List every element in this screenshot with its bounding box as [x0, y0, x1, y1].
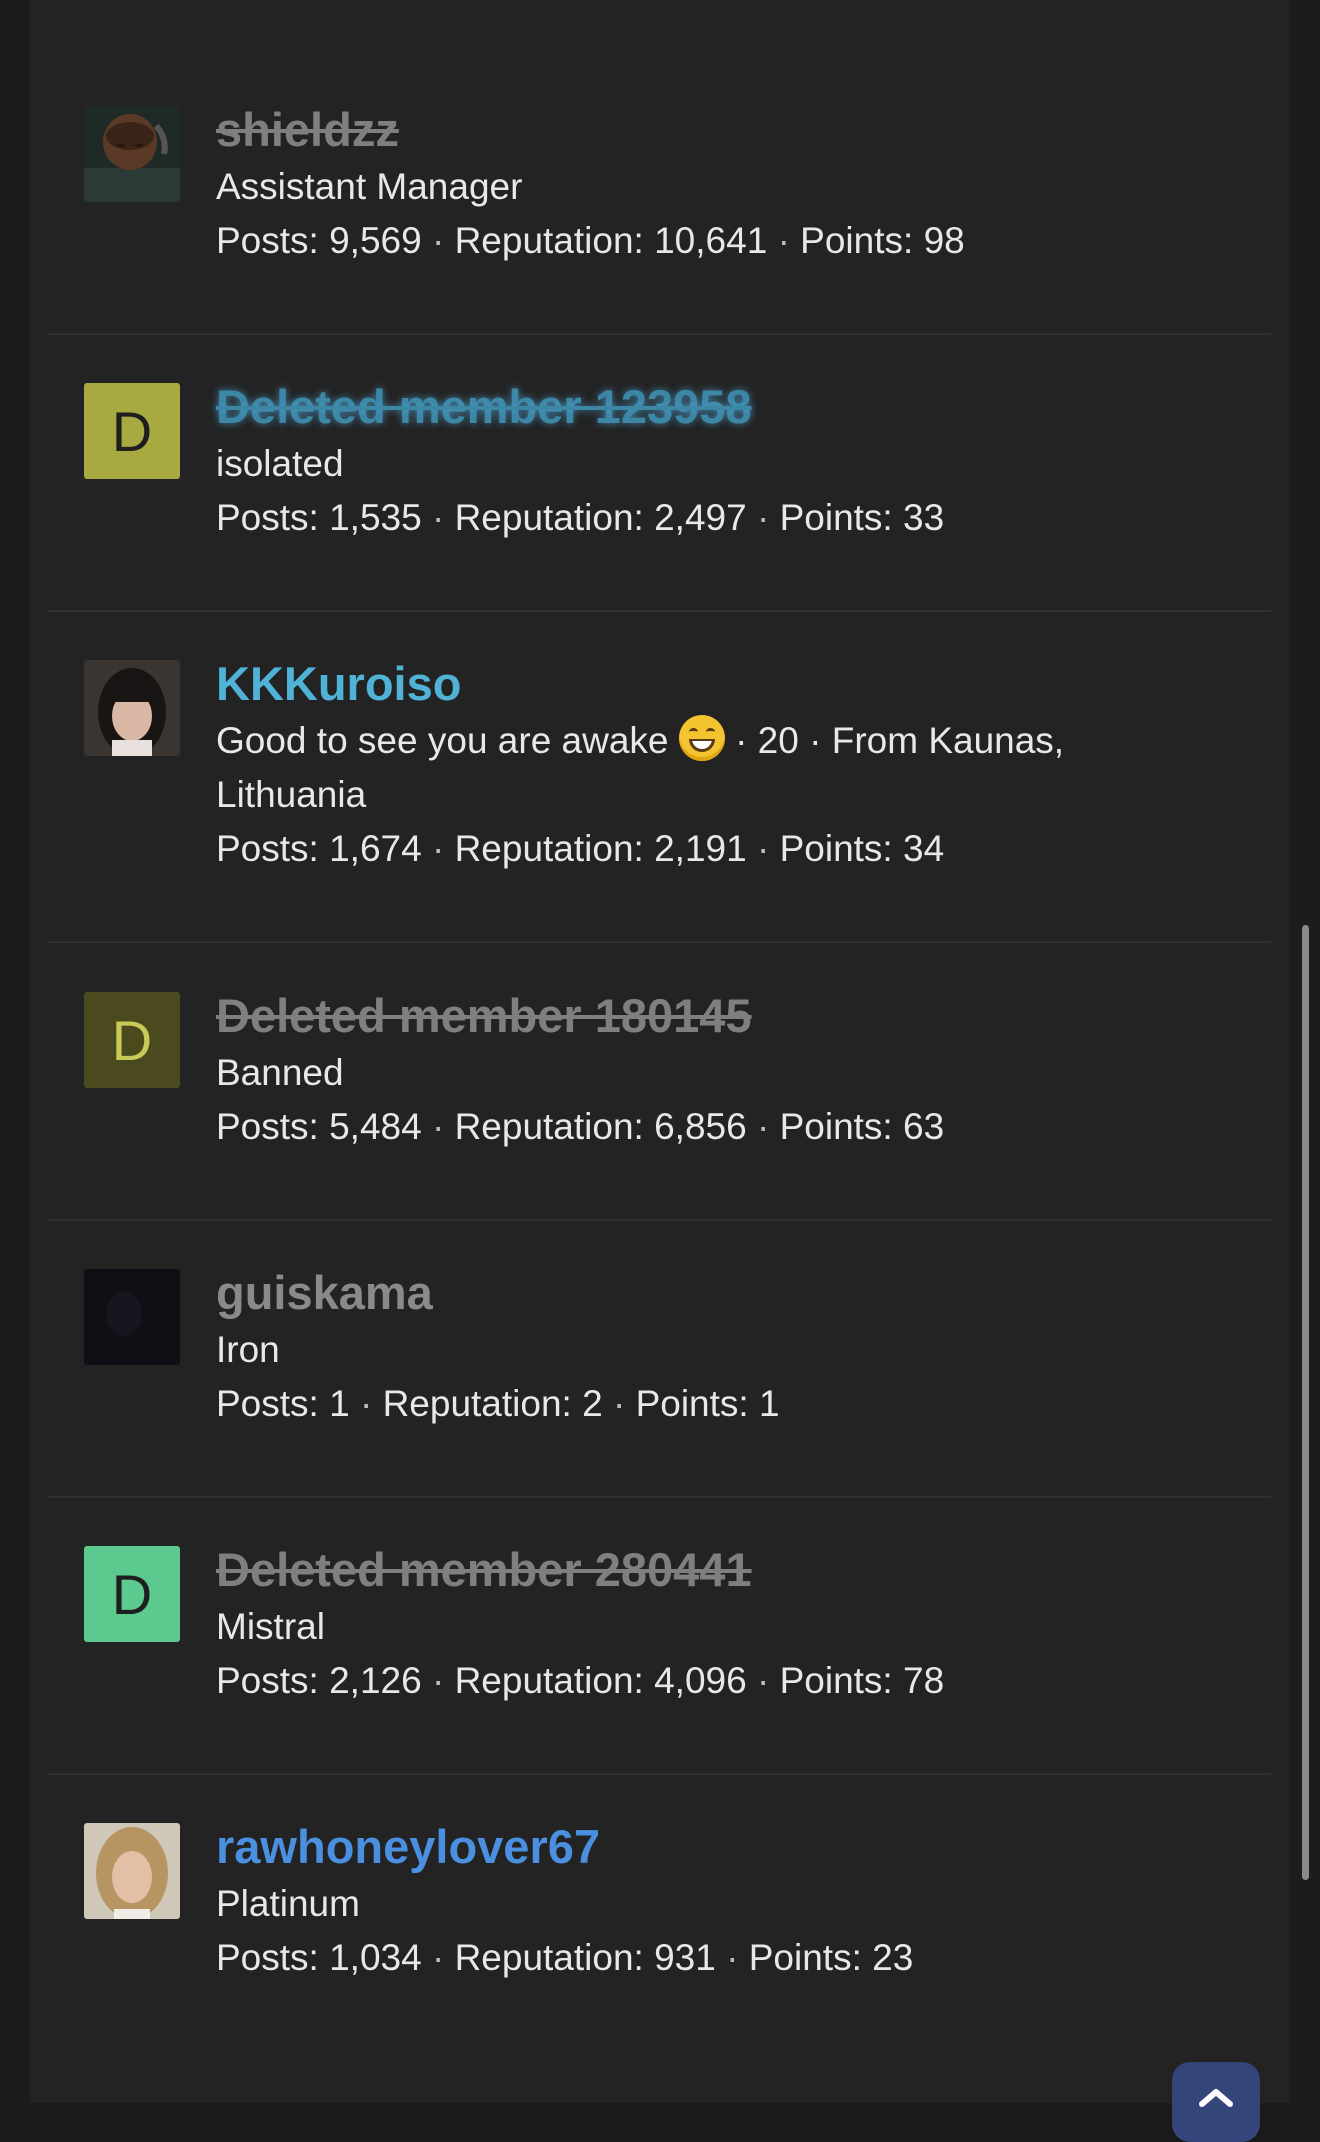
member-row: D Deleted member 280441 Mistral Posts: 2…: [48, 1497, 1271, 1775]
reputation-count: Reputation: 2: [382, 1383, 603, 1424]
avatar[interactable]: D: [84, 992, 180, 1088]
member-stats: Posts: 5,484 · Reputation: 6,856 · Point…: [216, 1100, 1231, 1154]
points-count: Points: 63: [779, 1106, 945, 1147]
member-title: Iron: [216, 1329, 280, 1370]
separator: ·: [431, 1937, 445, 1978]
member-title: Mistral: [216, 1606, 325, 1647]
member-stats: Posts: 1,674 · Reputation: 2,191 · Point…: [216, 822, 1231, 876]
member-name-link[interactable]: KKKuroiso: [216, 654, 1231, 714]
points-count: Points: 23: [748, 1937, 914, 1978]
member-title: Platinum: [216, 1883, 360, 1924]
member-title: Banned: [216, 1052, 344, 1093]
separator: ·: [756, 828, 770, 869]
separator: ·: [431, 497, 445, 538]
posts-count: Posts: 1,674: [216, 828, 422, 869]
member-location: Lithuania: [216, 774, 367, 815]
member-name-link[interactable]: Deleted member 180145: [216, 986, 1231, 1046]
member-row: shieldzz Assistant Manager Posts: 9,569 …: [48, 57, 1271, 335]
points-count: Points: 33: [779, 497, 945, 538]
reputation-count: Reputation: 6,856: [454, 1106, 747, 1147]
separator: ·: [726, 1937, 739, 1978]
separator: ·: [431, 220, 445, 261]
member-title: isolated: [216, 443, 344, 484]
separator: ·: [756, 1106, 770, 1147]
member-row: D Deleted member 123958 isolated Posts: …: [48, 334, 1271, 612]
separator: ·: [431, 828, 445, 869]
avatar[interactable]: D: [84, 1546, 180, 1642]
points-count: Points: 1: [635, 1383, 780, 1424]
posts-count: Posts: 1,535: [216, 497, 422, 538]
avatar[interactable]: [84, 1269, 180, 1365]
member-age-location: · 20 · From Kaunas,: [735, 720, 1065, 761]
member-name-link[interactable]: shieldzz: [216, 100, 1231, 160]
member-row: KKKuroiso Good to see you are awake · 20…: [48, 611, 1271, 943]
points-count: Points: 78: [779, 1660, 945, 1701]
posts-count: Posts: 5,484: [216, 1106, 422, 1147]
separator: ·: [777, 220, 790, 261]
posts-count: Posts: 1,034: [216, 1937, 422, 1978]
member-row: rawhoneylover67 Platinum Posts: 1,034 · …: [48, 1774, 1271, 2050]
separator: ·: [359, 1383, 373, 1424]
grinning-face-icon: [678, 715, 725, 761]
chevron-up-icon: [1199, 2089, 1233, 2107]
page-gutter-left: [0, 0, 30, 2103]
member-title: Assistant Manager: [216, 166, 523, 207]
reputation-count: Reputation: 2,191: [454, 828, 747, 869]
avatar[interactable]: [84, 106, 180, 202]
reputation-count: Reputation: 931: [454, 1937, 716, 1978]
points-count: Points: 34: [779, 828, 945, 869]
member-name-link[interactable]: rawhoneylover67: [216, 1817, 1231, 1877]
reputation-count: Reputation: 10,641: [454, 220, 768, 261]
scrollbar[interactable]: [1302, 925, 1309, 1880]
posts-count: Posts: 9,569: [216, 220, 422, 261]
member-stats: Posts: 1 · Reputation: 2 · Points: 1: [216, 1377, 1231, 1431]
posts-count: Posts: 1: [216, 1383, 350, 1424]
member-name-link[interactable]: guiskama: [216, 1263, 1231, 1323]
scroll-to-top-button[interactable]: [1172, 2062, 1260, 2142]
points-count: Points: 98: [800, 220, 965, 261]
posts-count: Posts: 2,126: [216, 1660, 422, 1701]
member-stats: Posts: 2,126 · Reputation: 4,096 · Point…: [216, 1654, 1231, 1708]
separator: ·: [756, 1660, 770, 1701]
separator: ·: [612, 1383, 626, 1424]
member-title-text: Good to see you are awake: [216, 720, 669, 761]
reputation-count: Reputation: 2,497: [454, 497, 747, 538]
separator: ·: [431, 1660, 445, 1701]
separator: ·: [756, 497, 770, 538]
member-stats: Posts: 9,569 · Reputation: 10,641 · Poin…: [216, 214, 1231, 268]
avatar[interactable]: [84, 660, 180, 756]
reputation-count: Reputation: 4,096: [454, 1660, 747, 1701]
member-name-link[interactable]: Deleted member 123958: [216, 377, 1231, 437]
member-stats: Posts: 1,034 · Reputation: 931 · Points:…: [216, 1931, 1231, 1985]
member-row: guiskama Iron Posts: 1 · Reputation: 2 ·…: [48, 1220, 1271, 1498]
member-title: Good to see you are awake · 20 · From Ka…: [216, 714, 1231, 822]
member-row: D Deleted member 180145 Banned Posts: 5,…: [48, 943, 1271, 1221]
member-name-link[interactable]: Deleted member 280441: [216, 1540, 1231, 1600]
separator: ·: [431, 1106, 445, 1147]
avatar[interactable]: [84, 1823, 180, 1919]
avatar[interactable]: D: [84, 383, 180, 479]
member-stats: Posts: 1,535 · Reputation: 2,497 · Point…: [216, 491, 1231, 545]
